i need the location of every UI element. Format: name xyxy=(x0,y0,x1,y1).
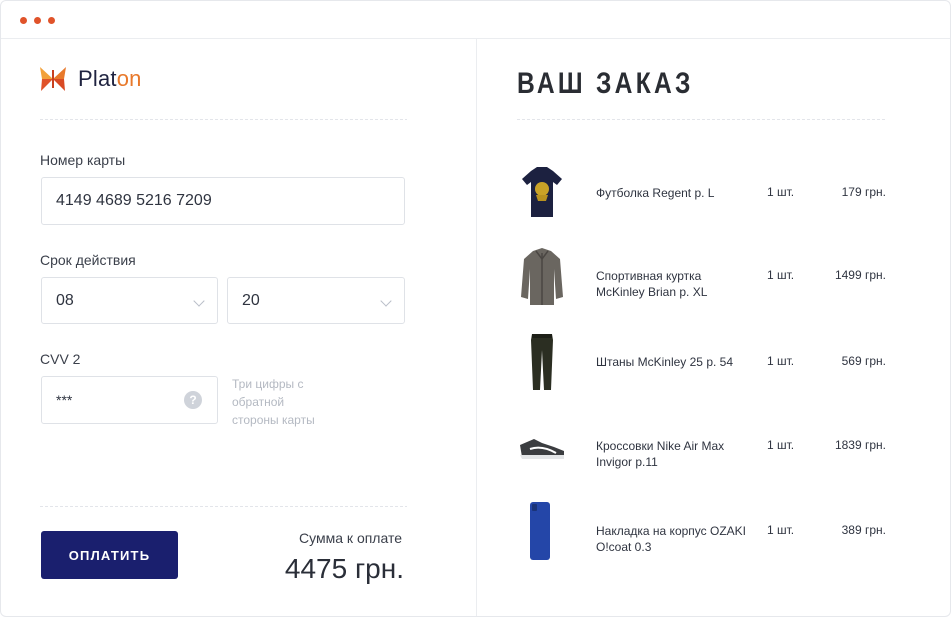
tshirt-icon xyxy=(522,167,562,217)
item-qty: 1 шт. xyxy=(767,438,795,452)
cvv-label: CVV 2 xyxy=(40,351,81,367)
item-qty: 1 шт. xyxy=(767,268,795,282)
sum-value: 4475 грн. xyxy=(284,553,404,584)
order-item: Кроссовки Nike Air Max Invigor р.11 1 шт… xyxy=(478,411,950,481)
item-name: Спортивная куртка McKinley Brian р. XL xyxy=(596,269,708,299)
logo-divider xyxy=(40,119,407,120)
cvv-input[interactable]: *** ? xyxy=(41,376,218,424)
butterfly-logo-icon xyxy=(40,67,66,91)
item-name: Футболка Regent р. L xyxy=(596,186,715,200)
item-price: 1839 грн. xyxy=(834,438,886,452)
window-dot[interactable] xyxy=(48,17,55,24)
summary-divider xyxy=(40,506,407,507)
card-number-input[interactable]: 4149 4689 5216 7209 xyxy=(41,177,405,225)
order-item: Штаны McKinley 25 р. 54 1 шт. 569 грн. xyxy=(478,326,950,396)
expiry-month-value: 08 xyxy=(56,291,74,309)
expiry-year-select[interactable]: 20 xyxy=(227,277,405,324)
item-price: 179 грн. xyxy=(841,185,886,199)
pay-button[interactable]: ОПЛАТИТЬ xyxy=(41,531,178,579)
pants-icon xyxy=(531,334,553,390)
expiry-label: Срок действия xyxy=(40,252,136,268)
phone-case-icon xyxy=(530,502,550,560)
order-divider xyxy=(517,119,885,120)
order-panel: ВАШ ЗАКАЗ Футболка Regent р. L 1 шт. 179… xyxy=(478,39,950,616)
item-qty: 1 шт. xyxy=(767,523,795,537)
help-icon[interactable]: ? xyxy=(184,391,202,409)
expiry-month-select[interactable]: 08 xyxy=(41,277,218,324)
jacket-icon xyxy=(521,248,563,305)
item-price: 1499 грн. xyxy=(834,268,886,282)
sneaker-icon xyxy=(520,439,564,459)
item-name: Штаны McKinley 25 р. 54 xyxy=(596,355,734,369)
card-number-value: 4149 4689 5216 7209 xyxy=(56,192,212,209)
order-item: Накладка на корпус OZAKI O!coat 0.3 1 шт… xyxy=(478,496,950,566)
sum-label: Сумма к оплате xyxy=(299,530,402,546)
item-name: Кроссовки Nike Air Max Invigor р.11 xyxy=(596,439,725,469)
payment-panel: Platon Номер карты 4149 4689 5216 7209 С… xyxy=(1,39,477,616)
cvv-hint: Три цифры с обратной стороны карты xyxy=(232,377,315,427)
cvv-value: *** xyxy=(56,392,73,408)
platon-logo: Platon xyxy=(38,64,142,94)
title-bar xyxy=(1,1,950,39)
item-qty: 1 шт. xyxy=(767,185,795,199)
item-price: 569 грн. xyxy=(841,354,886,368)
order-title: ВАШ ЗАКАЗ xyxy=(517,67,694,100)
window-dot[interactable] xyxy=(34,17,41,24)
window-dot[interactable] xyxy=(20,17,27,24)
expiry-year-value: 20 xyxy=(242,291,260,309)
order-item: Футболка Regent р. L 1 шт. 179 грн. xyxy=(478,157,950,227)
chevron-down-icon xyxy=(193,294,205,307)
card-number-label: Номер карты xyxy=(40,152,126,168)
chevron-down-icon xyxy=(380,294,392,307)
item-qty: 1 шт. xyxy=(767,354,795,368)
checkout-window: Platon Номер карты 4149 4689 5216 7209 С… xyxy=(0,0,951,617)
item-name: Накладка на корпус OZAKI O!coat 0.3 xyxy=(596,524,746,554)
brand-name: Platon xyxy=(78,66,142,91)
item-price: 389 грн. xyxy=(841,523,886,537)
order-item: Спортивная куртка McKinley Brian р. XL 1… xyxy=(478,241,950,311)
